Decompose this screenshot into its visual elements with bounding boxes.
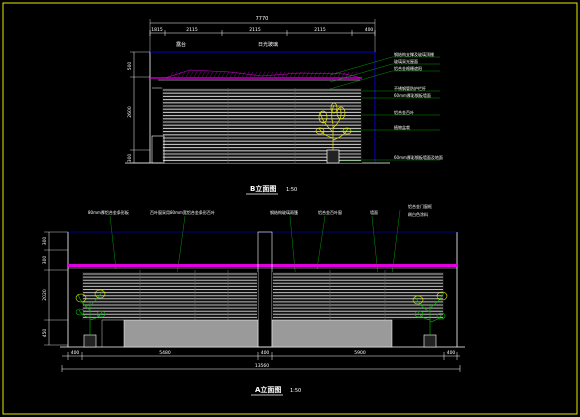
b-note-text: 不锈钢管防护栏杆 [394,85,426,91]
a-title: A立面图 [255,385,281,394]
roof-hatch-line [317,71,322,78]
b-note-text: 钢结构支撑及玻璃顶棚 [394,51,434,57]
a-note-text: 百叶窗采用80mm宽铝合金条形百叶 [150,209,215,215]
b-note-text: 植物盆栽 [394,124,410,130]
roof-hatch-line [213,71,218,78]
a-counter-right [271,319,393,348]
roof-hatch-line [285,71,290,78]
roof-hatch-line [193,71,198,78]
roof-hatch-line [209,71,214,78]
roof-hatch-line [333,71,338,78]
roof-hatch-line [189,71,194,78]
sheet-frame [2,2,578,415]
roof-hatch-line [321,71,326,78]
roof-hatch-line [289,71,294,78]
b-note-text: 铝合金百叶 [394,109,414,115]
b-title: B立面图 [250,184,276,193]
note-leader [109,215,117,270]
roof-hatch-line [221,71,226,78]
a-accent-band [68,264,457,267]
roof-hatch-line [325,71,330,78]
b-roof-glass [164,69,363,79]
roof-hatch-line [265,71,270,78]
cad-drawing-viewport: 7770 1815 2115 2115 2115 400 露台 日光玻璃 500… [0,0,580,417]
b-note-text: 60mm厚彩钢板墙面 [394,92,431,98]
roof-hatch-line [293,71,298,78]
roof-hatch-line [201,71,206,78]
a-counter-left [123,319,259,348]
a-note-text: 铝合金百叶窗 [318,209,342,215]
roof-hatch-line [309,71,314,78]
roof-hatch-line [177,71,182,78]
note-leader [329,63,393,83]
roof-hatch-line [257,71,262,78]
roof-hatch-line [225,71,230,78]
roof-hatch-line [169,71,174,78]
a-note-text: 刷白色涂料 [408,211,428,217]
a-bottom-dim: 5900 [354,350,366,356]
b-left-dim: 500 [127,62,133,71]
a-left-dim: 300 [42,237,48,246]
roof-hatch-line [241,71,246,78]
drawing-canvas: 7770 1815 2115 2115 2115 400 露台 日光玻璃 500… [2,2,578,415]
roof-hatch-line [253,71,258,78]
roof-hatch-line [261,71,266,78]
elevation-a: 80mm厚铝合金条形板 百叶窗采用80mm宽铝合金条形百叶 钢结构玻璃雨篷 铝合金百叶… [42,203,465,396]
a-bottom-dim: 400 [71,350,80,356]
roof-hatch-line [205,71,210,78]
a-center-column [257,231,273,348]
roof-hatch-line [305,71,310,78]
roof-hatch-line [217,71,222,78]
a-note-text: 80mm厚铝合金条形板 [88,209,129,215]
roof-hatch-line [181,71,186,78]
a-note-text: 钢结构玻璃雨篷 [270,209,298,215]
roof-hatch-line [301,71,306,78]
a-left-dim: 450 [42,329,48,338]
roof-hatch-line [237,71,242,78]
b-left-dim: 2600 [127,106,133,118]
a-overall-dim: 13560 [255,363,269,369]
roof-hatch-line [229,71,234,78]
a-left-dim: 300 [42,256,48,265]
roof-hatch-line [273,71,278,78]
b-seg-dim: 2115 [186,27,198,33]
a-note-text: 铝合金门窗框 [408,203,432,209]
b-top-label: 日光玻璃 [258,41,278,48]
roof-hatch-line [269,71,274,78]
b-left-dim: 300 [127,154,133,163]
note-leader [316,215,326,270]
a-bottom-dim: 400 [261,350,270,356]
a-note-text: 墙面 [370,209,378,215]
roof-hatch-line [341,71,346,78]
elevation-b: 7770 1815 2115 2115 2115 400 露台 日光玻璃 500… [125,16,443,195]
a-bottom-dim: 400 [447,350,456,356]
roof-hatch-line [185,71,190,78]
b-overall-dim: 7770 [256,16,269,22]
b-seg-dim: 2115 [314,27,326,33]
a-scale: 1:50 [290,388,301,394]
b-note-text: 60mm厚彩钢板墙面及地面 [394,154,443,160]
roof-hatch-line [313,71,318,78]
b-seg-dim: 2115 [249,27,261,33]
a-left-dim: 2020 [42,289,48,301]
b-seg-dim: 400 [365,27,374,33]
b-seg-dim: 1815 [151,27,163,33]
a-bottom-dim: 5480 [159,350,171,356]
b-note-text: 玻璃采光屋面 [394,58,418,64]
b-note-text: 铝合金格栅遮阳 [394,65,422,71]
b-top-label: 露台 [176,41,186,48]
note-leader [329,56,393,76]
b-scale: 1:50 [286,187,297,193]
roof-hatch-line [197,71,202,78]
note-leader [289,215,297,282]
